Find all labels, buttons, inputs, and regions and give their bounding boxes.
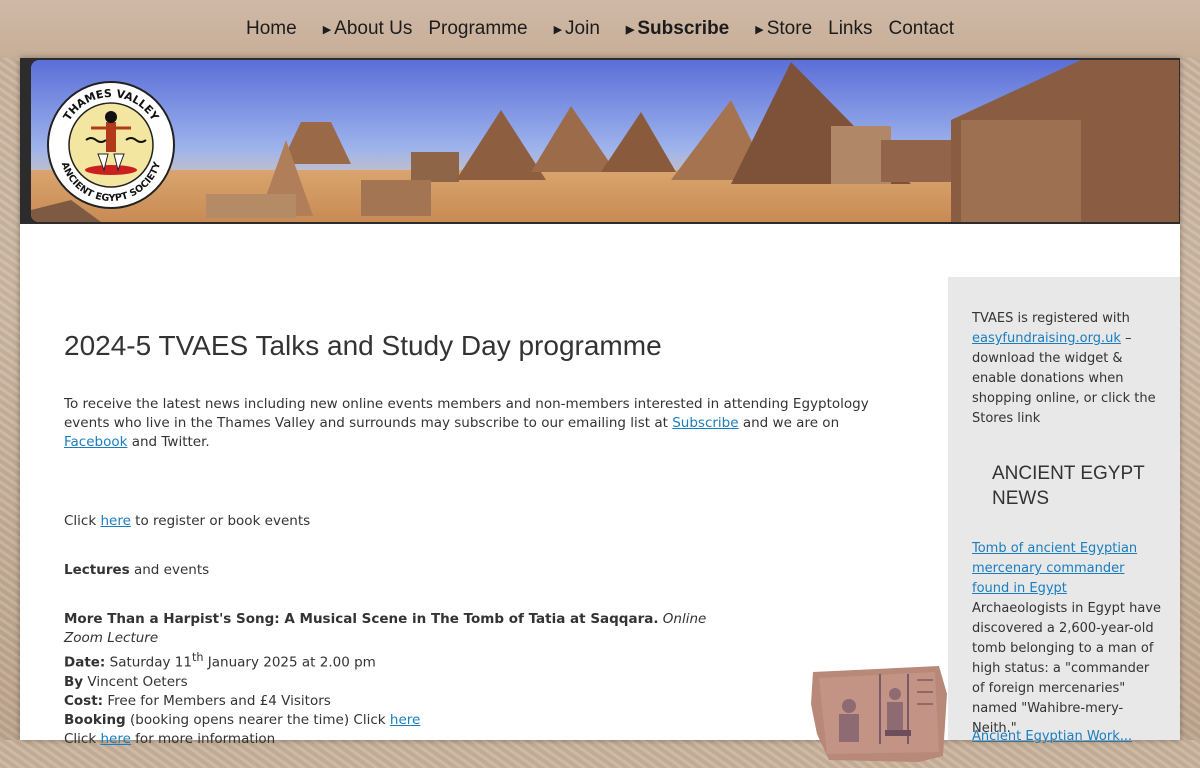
facebook-link[interactable]: Facebook xyxy=(64,434,127,450)
more-info-prefix: Click xyxy=(64,730,101,747)
relief-carving-image xyxy=(809,664,949,764)
nav-join-label: Join xyxy=(565,18,600,39)
lectures-rest: and events xyxy=(129,562,210,578)
easyfundraising-link[interactable]: easyfundraising.org.uk xyxy=(972,331,1121,346)
date-label: Date: xyxy=(64,654,106,671)
caret-right-icon: ▶ xyxy=(755,23,764,36)
booking-value: (booking opens nearer the time) Click xyxy=(125,711,390,728)
lectures-bold: Lectures xyxy=(64,562,130,578)
intro-text-end: and Twitter. xyxy=(127,434,210,450)
register-prefix: Click xyxy=(64,513,101,529)
news-item-link[interactable]: Tomb of ancient Egyptian mercenary comma… xyxy=(972,541,1137,596)
next-news-link[interactable]: Ancient Egyptian Work... xyxy=(972,729,1132,744)
more-info-here-link[interactable]: here xyxy=(100,731,130,747)
date-value: Saturday 11 xyxy=(105,654,192,671)
nav-contact-label: Contact xyxy=(888,18,954,39)
by-label: By xyxy=(64,673,84,690)
lectures-heading: Lectures and events xyxy=(64,561,209,580)
booking-label: Booking xyxy=(64,711,126,728)
nav-links[interactable]: Links xyxy=(828,18,872,40)
news-heading: ANCIENT EGYPT NEWS xyxy=(992,463,1145,509)
nav-home[interactable]: Home xyxy=(246,18,297,40)
nav-programme-label: Programme xyxy=(428,18,528,39)
event-details: More Than a Harpist's Song: A Musical Sc… xyxy=(64,610,744,749)
intro-paragraph: To receive the latest news including new… xyxy=(64,395,904,452)
nav-store-label: Store xyxy=(766,18,813,39)
register-suffix: to register or book events xyxy=(130,513,311,529)
tvaes-logo[interactable]: THAMES VALLEY ANCIENT EGYPT SOCIETY xyxy=(46,80,176,214)
date-value-end: January 2025 at 2.00 pm xyxy=(203,654,376,671)
booking-here-link[interactable]: here xyxy=(390,712,420,728)
date-sup: th xyxy=(191,651,204,664)
easyfundraising-paragraph: TVAES is registered with easyfundraising… xyxy=(972,309,1162,429)
news-item: Tomb of ancient Egyptian mercenary comma… xyxy=(972,539,1162,739)
nav-store[interactable]: ▶ Store xyxy=(745,18,812,40)
next-news-item: Ancient Egyptian Work... xyxy=(972,727,1162,747)
nav-join[interactable]: ▶ Join xyxy=(544,18,600,40)
cost-value: Free for Members and £4 Visitors xyxy=(103,692,331,709)
event-title: More Than a Harpist's Song: A Musical Sc… xyxy=(64,611,659,627)
page-frame: THAMES VALLEY ANCIENT EGYPT SOCIETY 2024… xyxy=(20,58,1180,762)
nav-contact[interactable]: Contact xyxy=(889,18,954,40)
caret-right-icon: ▶ xyxy=(625,23,635,36)
nav-links-label: Links xyxy=(828,18,873,39)
nav-programme[interactable]: Programme xyxy=(428,18,527,40)
nav-subscribe[interactable]: ▶ Subscribe xyxy=(616,18,729,40)
subscribe-link[interactable]: Subscribe xyxy=(672,415,738,431)
nav-home-label: Home xyxy=(246,18,297,39)
register-here-link[interactable]: here xyxy=(100,513,130,529)
caret-right-icon: ▶ xyxy=(322,23,332,36)
header-banner xyxy=(20,58,1180,224)
news-item-text: Archaeologists in Egypt have discovered … xyxy=(972,601,1161,736)
sidebar: TVAES is registered with easyfundraising… xyxy=(948,277,1180,744)
speaker-name: Vincent Oeters xyxy=(83,673,188,690)
pyramids-banner-image xyxy=(31,60,1179,222)
nav-about-us-label: About Us xyxy=(334,18,413,39)
caret-right-icon: ▶ xyxy=(553,23,563,36)
register-line: Click here to register or book events xyxy=(64,512,310,531)
more-info-suffix: for more information xyxy=(130,730,276,747)
cost-label: Cost: xyxy=(64,692,104,709)
top-navigation: Home ▶ About Us Programme ▶ Join ▶ Subscrib… xyxy=(0,0,1200,58)
page-title: 2024-5 TVAES Talks and Study Day program… xyxy=(64,330,662,361)
intro-text-mid: and we are on xyxy=(738,415,840,431)
nav-subscribe-label: Subscribe xyxy=(637,18,730,39)
registered-text: TVAES is registered with xyxy=(972,311,1130,326)
nav-about-us[interactable]: ▶ About Us xyxy=(313,18,413,40)
